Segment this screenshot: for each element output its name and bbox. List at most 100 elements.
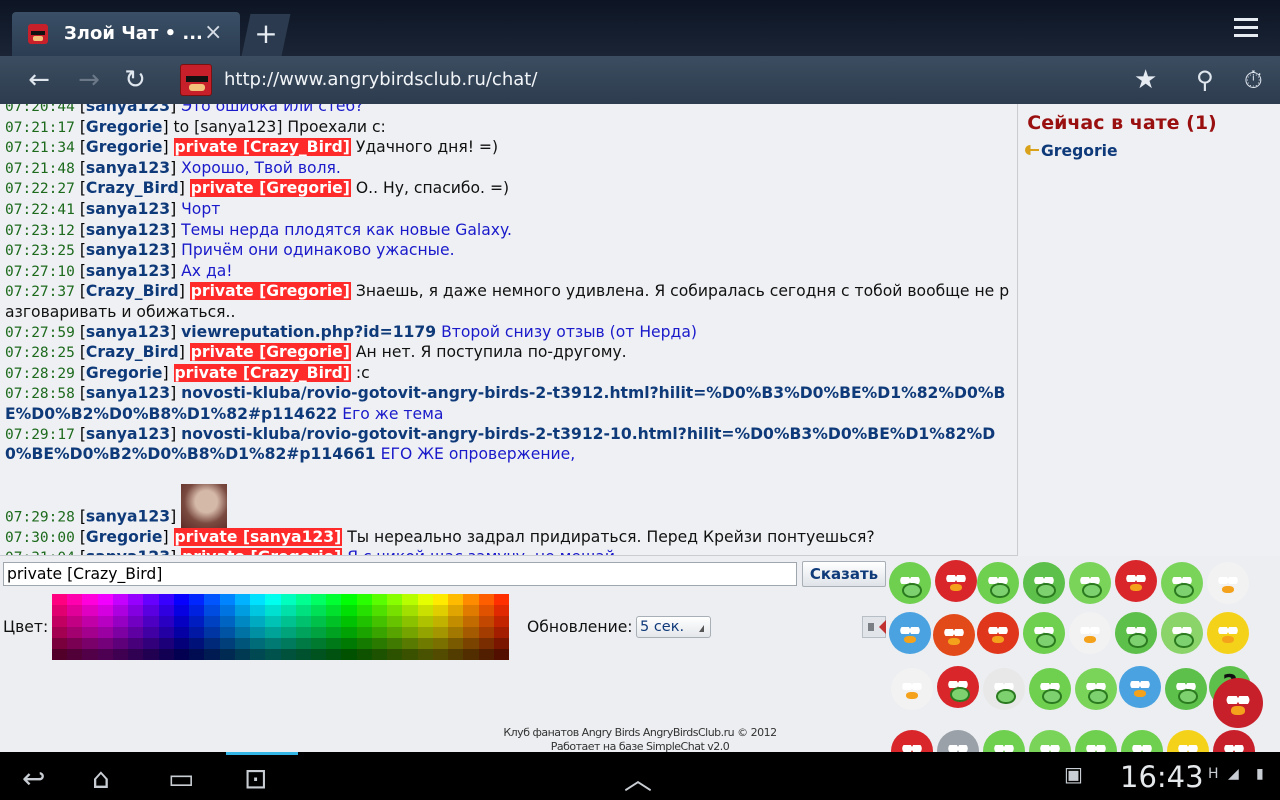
color-swatch[interactable] [173,649,190,660]
color-swatch[interactable] [341,627,357,638]
green-pig-mustache-2-smiley-icon[interactable] [1165,668,1207,710]
color-swatch[interactable] [158,638,174,649]
message-nick[interactable]: Gregorie [86,528,163,546]
message-nick[interactable]: sanya123 [86,323,170,341]
color-swatch[interactable] [112,616,129,627]
color-swatch[interactable] [219,627,235,638]
color-swatch[interactable] [52,627,68,638]
color-swatch[interactable] [371,627,388,638]
color-swatch[interactable] [402,627,418,638]
message-nick[interactable]: Gregorie [86,138,163,156]
color-swatch[interactable] [143,605,159,616]
color-swatch[interactable] [189,594,205,605]
color-swatch[interactable] [402,594,418,605]
color-swatch[interactable] [417,627,433,638]
color-swatch[interactable] [52,649,68,660]
smiley-icon[interactable] [983,730,1025,752]
color-swatch[interactable] [112,627,129,638]
color-swatch[interactable] [128,627,144,638]
back-arrow-icon[interactable]: ← [24,66,54,96]
close-tab-icon[interactable]: × [204,20,222,45]
color-swatch[interactable] [478,594,494,605]
color-swatch[interactable] [265,649,281,660]
home-icon[interactable]: ⌂ [92,762,110,795]
color-swatch[interactable] [67,627,83,638]
color-swatch[interactable] [234,627,251,638]
message-nick[interactable]: Gregorie [86,118,163,136]
smiley-icon[interactable] [1029,730,1071,752]
color-swatch[interactable] [265,627,281,638]
color-swatch[interactable] [280,649,296,660]
color-swatch[interactable] [128,605,144,616]
color-swatch[interactable] [295,594,311,605]
color-swatch[interactable] [417,605,433,616]
message-nick[interactable]: sanya123 [86,221,170,239]
color-swatch[interactable] [326,605,342,616]
color-swatch[interactable] [128,616,144,627]
color-swatch[interactable] [204,616,220,627]
color-swatch[interactable] [234,616,251,627]
color-swatch[interactable] [448,605,464,616]
sound-toggle-icon[interactable] [862,616,886,638]
color-swatch[interactable] [67,594,83,605]
color-swatch[interactable] [82,616,98,627]
color-swatch[interactable] [280,627,296,638]
green-pig-mustache-smiley-icon[interactable] [1023,562,1065,604]
color-swatch[interactable] [82,638,98,649]
private-badge[interactable]: private [Gregorie] [189,179,351,198]
color-swatch[interactable] [310,605,327,616]
color-swatch[interactable] [173,594,190,605]
color-swatch[interactable] [478,649,494,660]
color-swatch[interactable] [356,649,372,660]
color-swatch[interactable] [356,627,372,638]
color-swatch[interactable] [310,594,327,605]
color-swatch[interactable] [219,605,235,616]
smiley-icon[interactable] [1121,730,1163,752]
message-nick[interactable]: Crazy_Bird [86,343,179,361]
color-swatch[interactable] [402,638,418,649]
color-swatch[interactable] [280,605,296,616]
color-swatch[interactable] [250,594,266,605]
color-swatch[interactable] [310,627,327,638]
color-swatch[interactable] [493,627,509,638]
color-swatch[interactable] [371,638,388,649]
color-swatch[interactable] [493,605,509,616]
red-bird-smiley-icon[interactable] [935,560,977,602]
color-swatch[interactable] [341,605,357,616]
color-swatch[interactable] [356,594,372,605]
color-swatch[interactable] [295,616,311,627]
color-swatch[interactable] [67,649,83,660]
forward-arrow-icon[interactable]: → [74,66,104,96]
color-swatch[interactable] [478,616,494,627]
color-swatch[interactable] [493,638,509,649]
color-swatch[interactable] [326,627,342,638]
color-swatch[interactable] [341,649,357,660]
color-swatch[interactable] [82,605,98,616]
color-swatch[interactable] [402,605,418,616]
color-swatch[interactable] [265,616,281,627]
color-swatch[interactable] [326,638,342,649]
color-swatch[interactable] [173,605,190,616]
color-swatch[interactable] [112,594,129,605]
color-swatch[interactable] [326,649,342,660]
color-swatch[interactable] [387,649,403,660]
color-swatch[interactable] [158,605,174,616]
color-swatch[interactable] [265,594,281,605]
green-pig-pink-smiley-icon[interactable] [1161,562,1203,604]
color-swatch[interactable] [189,649,205,660]
color-swatch[interactable] [310,638,327,649]
private-badge[interactable]: private [Crazy_Bird] [173,138,351,157]
color-swatch[interactable] [97,638,113,649]
color-swatch[interactable] [432,627,449,638]
green-pig-2-smiley-icon[interactable] [1023,612,1065,654]
color-swatch[interactable] [387,638,403,649]
color-swatch[interactable] [82,649,98,660]
color-swatch[interactable] [493,649,509,660]
color-swatch[interactable] [97,649,113,660]
color-swatch[interactable] [52,594,68,605]
color-swatch[interactable] [417,638,433,649]
message-nick[interactable]: sanya123 [86,384,170,402]
color-swatch[interactable] [67,638,83,649]
color-swatch[interactable] [295,638,311,649]
color-swatch[interactable] [295,605,311,616]
